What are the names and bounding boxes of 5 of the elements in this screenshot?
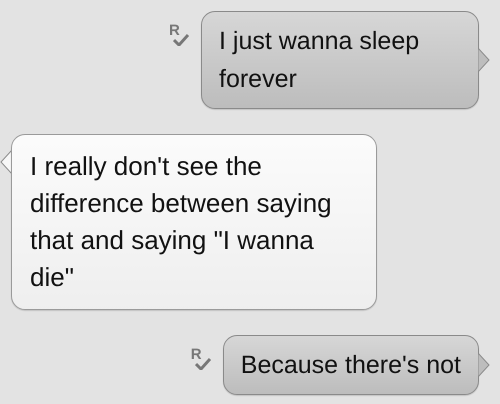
read-receipt-letter: R [190, 347, 202, 362]
message-text: Because there's not [240, 351, 461, 379]
message-text: I really don't see the difference between saying that and saying "I wanna die" [30, 151, 332, 292]
message-text: I just wanna sleep forever [219, 27, 420, 93]
read-receipt-letter: R [169, 23, 180, 38]
